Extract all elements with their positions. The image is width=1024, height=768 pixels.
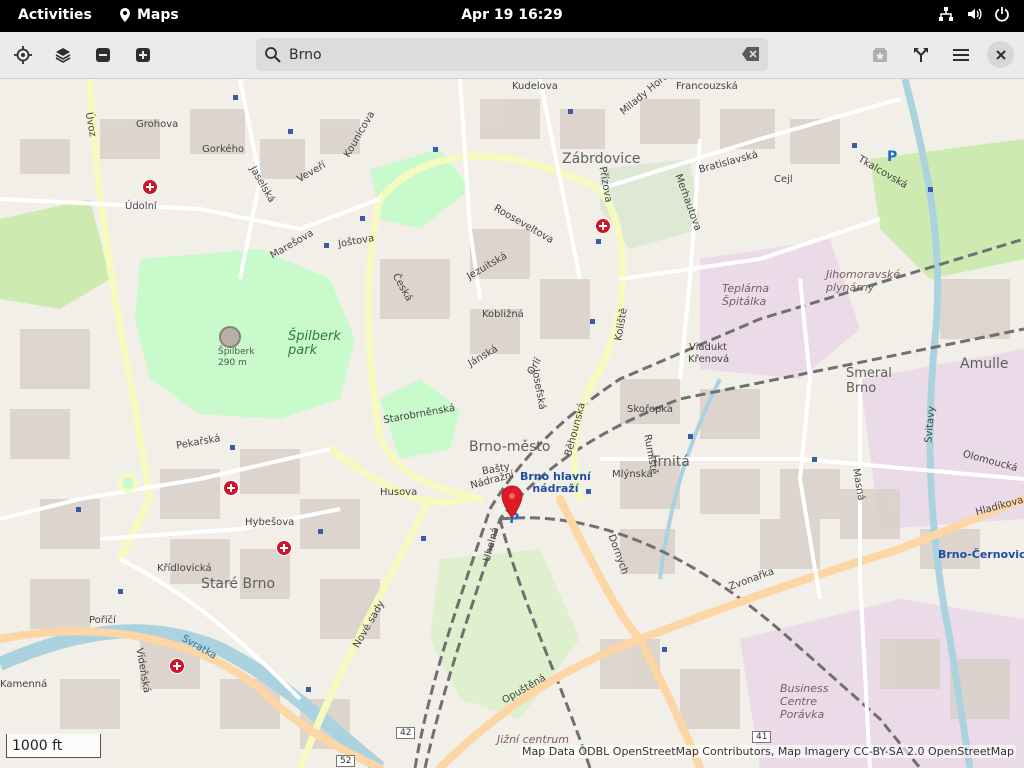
label-business-centre: Business Centre Porávka [780,682,829,721]
parking-icon: P [887,149,898,165]
layers-button[interactable] [50,42,76,68]
street-label: Husova [380,487,418,498]
hospital-marker[interactable] [276,540,292,556]
header-bar [0,32,1024,79]
location-pin-icon[interactable] [500,485,524,519]
system-tray[interactable] [938,6,1010,22]
app-menu-button[interactable]: Maps [118,7,179,23]
menu-icon [953,49,969,61]
label-spilberk-hill: Špilberk 290 m [218,347,255,368]
favorites-button[interactable] [867,42,893,68]
label-teplarna: Teplárna Špitálka [722,282,770,308]
volume-icon [968,8,982,20]
label-stare-brno: Staré Brno [201,576,276,592]
layers-icon [55,48,71,63]
main-menu-button[interactable] [948,42,974,68]
favorites-icon [873,48,887,62]
zoom-in-button[interactable] [130,42,156,68]
route-shield: 42 [396,727,416,739]
street-label: Grohova [136,119,179,130]
roundabout [118,473,138,493]
street-label: Gorkého [202,144,245,155]
label-spilberk-park: Špilberk park [288,329,341,358]
street-label: Poříčí [89,615,116,626]
search-bar[interactable] [256,38,768,71]
search-input[interactable] [287,44,731,66]
street-label: Kamenná [0,679,48,690]
street-label: Cejl [774,174,793,185]
route-shield: 52 [336,755,356,767]
street-label: Skořepka [627,404,674,415]
street-label: Viadukt [689,342,727,353]
route-shield: 41 [752,731,772,743]
locate-icon [14,46,32,64]
label-smeral-brno: Šmeral Brno [846,366,892,396]
label-zabrdovice: Zábrdovice [562,151,641,167]
scale-bar: 1000 ft [6,734,101,758]
clear-search-icon[interactable] [742,47,760,61]
label-cernovice-station: Brno-Černovice [938,548,1024,561]
route-button[interactable] [908,42,934,68]
hospital-marker[interactable] [142,179,158,195]
label-amulle: Amulle [960,356,1009,372]
search-icon [265,47,281,63]
label-main-station: Brno hlavní nádraží [520,470,591,495]
locate-button[interactable] [10,42,36,68]
zoom-out-icon [96,48,110,62]
street-label: Francouzská [676,81,738,92]
street-label: Údolní [125,201,157,212]
map-pin-icon [120,8,130,22]
power-icon [995,7,1009,22]
map-view[interactable]: Zábrdovice Brno-město Trnitá Staré Brno … [0,79,1024,768]
label-jihomoravske: Jihomoravské plynárny [826,268,901,294]
network-icon [939,7,953,21]
activities-button[interactable]: Activities [18,7,92,23]
close-icon [995,49,1006,60]
hospital-marker[interactable] [223,480,239,496]
close-window-button[interactable] [987,41,1014,68]
hospital-marker[interactable] [169,658,185,674]
street-label: Křenová [688,354,730,365]
map-attribution: Map Data ODBL OpenStreetMap Contributors… [520,745,1016,758]
top-bar: Activities Maps Apr 19 16:29 [0,0,1024,32]
street-label: Kobližná [482,309,524,320]
spilberk-castle [219,326,241,348]
app-name: Maps [137,7,179,23]
zoom-out-button[interactable] [90,42,116,68]
label-brno-mesto: Brno-město [469,439,551,455]
street-label: Kudelova [512,81,558,92]
hospital-marker[interactable] [595,218,611,234]
street-label: Mlýnská [612,469,653,480]
street-label: Křídlovická [157,563,212,574]
route-icon [914,48,928,62]
zoom-in-icon [136,48,150,62]
street-label: Hybešova [245,517,295,528]
